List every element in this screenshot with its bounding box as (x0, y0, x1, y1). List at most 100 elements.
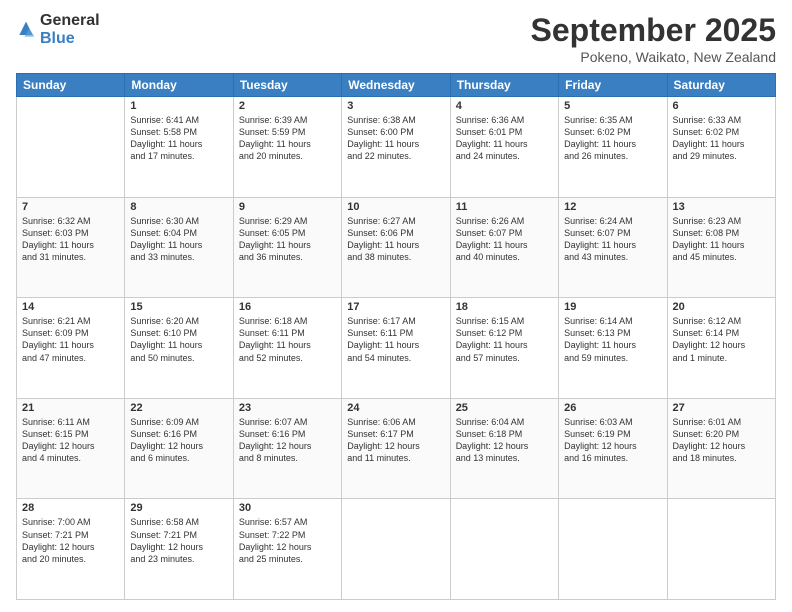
day-number: 9 (239, 201, 336, 213)
cell-content: Sunrise: 6:09 AM Sunset: 6:16 PM Dayligh… (130, 416, 227, 465)
day-number: 19 (564, 301, 661, 313)
calendar-cell: 4 Sunrise: 6:36 AM Sunset: 6:01 PM Daylig… (450, 97, 558, 198)
day-number: 17 (347, 301, 444, 313)
cell-content: Sunrise: 6:07 AM Sunset: 6:16 PM Dayligh… (239, 416, 336, 465)
calendar-cell (559, 499, 667, 600)
calendar-cell: 14Sunrise: 6:21 AM Sunset: 6:09 PM Dayli… (17, 298, 125, 399)
calendar-table: SundayMondayTuesdayWednesdayThursdayFrid… (16, 73, 776, 600)
calendar-cell: 28 Sunrise: 7:00 AM Sunset: 7:21 PM Dayli… (17, 499, 125, 600)
day-number: 2 (239, 100, 336, 112)
calendar-day-header: Sunday (17, 74, 125, 97)
calendar-week-row: 21 Sunrise: 6:11 AM Sunset: 6:15 PM Dayli… (17, 398, 776, 499)
logo-text-blue: Blue (40, 30, 75, 47)
cell-content: Sunrise: 6:39 AM Sunset: 5:59 PM Dayligh… (239, 114, 336, 163)
cell-content: Sunrise: 6:32 AM Sunset: 6:03 PM Dayligh… (22, 215, 119, 264)
calendar-cell (342, 499, 450, 600)
day-number: 1 (130, 100, 227, 112)
cell-content: Sunrise: 6:24 AM Sunset: 6:07 PM Dayligh… (564, 215, 661, 264)
day-number: 29 (130, 502, 227, 514)
day-number: 18 (456, 301, 553, 313)
day-number: 6 (673, 100, 770, 112)
day-number: 28 (22, 502, 119, 514)
calendar-day-header: Friday (559, 74, 667, 97)
day-number: 5 (564, 100, 661, 112)
calendar-cell: 6 Sunrise: 6:33 AM Sunset: 6:02 PM Daylig… (667, 97, 775, 198)
calendar-cell: 24 Sunrise: 6:06 AM Sunset: 6:17 PM Dayli… (342, 398, 450, 499)
calendar-cell: 20 Sunrise: 6:12 AM Sunset: 6:14 PM Dayli… (667, 298, 775, 399)
day-number: 23 (239, 402, 336, 414)
cell-content: Sunrise: 6:21 AM Sunset: 6:09 PM Dayligh… (22, 315, 119, 364)
day-number: 22 (130, 402, 227, 414)
day-number: 8 (130, 201, 227, 213)
logo-text-general: General (40, 12, 100, 29)
logo-icon (16, 20, 36, 40)
calendar-day-header: Thursday (450, 74, 558, 97)
cell-content: Sunrise: 6:30 AM Sunset: 6:04 PM Dayligh… (130, 215, 227, 264)
cell-content: Sunrise: 6:33 AM Sunset: 6:02 PM Dayligh… (673, 114, 770, 163)
calendar-cell (450, 499, 558, 600)
cell-content: Sunrise: 6:41 AM Sunset: 5:58 PM Dayligh… (130, 114, 227, 163)
calendar-week-row: 1 Sunrise: 6:41 AM Sunset: 5:58 PM Daylig… (17, 97, 776, 198)
cell-content: Sunrise: 6:58 AM Sunset: 7:21 PM Dayligh… (130, 516, 227, 565)
cell-content: Sunrise: 6:26 AM Sunset: 6:07 PM Dayligh… (456, 215, 553, 264)
title-block: September 2025 Pokeno, Waikato, New Zeal… (531, 12, 776, 65)
day-number: 21 (22, 402, 119, 414)
cell-content: Sunrise: 6:15 AM Sunset: 6:12 PM Dayligh… (456, 315, 553, 364)
calendar-cell: 3Sunrise: 6:38 AM Sunset: 6:00 PM Daylig… (342, 97, 450, 198)
calendar-cell: 5 Sunrise: 6:35 AM Sunset: 6:02 PM Daylig… (559, 97, 667, 198)
calendar-cell: 12 Sunrise: 6:24 AM Sunset: 6:07 PM Dayli… (559, 197, 667, 298)
cell-content: Sunrise: 6:01 AM Sunset: 6:20 PM Dayligh… (673, 416, 770, 465)
header: General Blue September 2025 Pokeno, Waik… (16, 12, 776, 65)
calendar-cell: 15 Sunrise: 6:20 AM Sunset: 6:10 PM Dayli… (125, 298, 233, 399)
day-number: 20 (673, 301, 770, 313)
day-number: 15 (130, 301, 227, 313)
cell-content: Sunrise: 6:57 AM Sunset: 7:22 PM Dayligh… (239, 516, 336, 565)
calendar-cell: 27 Sunrise: 6:01 AM Sunset: 6:20 PM Dayli… (667, 398, 775, 499)
cell-content: Sunrise: 6:06 AM Sunset: 6:17 PM Dayligh… (347, 416, 444, 465)
calendar-cell: 13 Sunrise: 6:23 AM Sunset: 6:08 PM Dayli… (667, 197, 775, 298)
location: Pokeno, Waikato, New Zealand (531, 49, 776, 65)
day-number: 13 (673, 201, 770, 213)
cell-content: Sunrise: 6:23 AM Sunset: 6:08 PM Dayligh… (673, 215, 770, 264)
calendar-week-row: 7Sunrise: 6:32 AM Sunset: 6:03 PM Daylig… (17, 197, 776, 298)
calendar-cell (17, 97, 125, 198)
calendar-week-row: 14Sunrise: 6:21 AM Sunset: 6:09 PM Dayli… (17, 298, 776, 399)
day-number: 11 (456, 201, 553, 213)
cell-content: Sunrise: 6:27 AM Sunset: 6:06 PM Dayligh… (347, 215, 444, 264)
calendar-cell: 1 Sunrise: 6:41 AM Sunset: 5:58 PM Daylig… (125, 97, 233, 198)
logo: General Blue (16, 12, 100, 48)
calendar-header-row: SundayMondayTuesdayWednesdayThursdayFrid… (17, 74, 776, 97)
cell-content: Sunrise: 7:00 AM Sunset: 7:21 PM Dayligh… (22, 516, 119, 565)
day-number: 25 (456, 402, 553, 414)
day-number: 12 (564, 201, 661, 213)
calendar-cell: 25Sunrise: 6:04 AM Sunset: 6:18 PM Dayli… (450, 398, 558, 499)
cell-content: Sunrise: 6:14 AM Sunset: 6:13 PM Dayligh… (564, 315, 661, 364)
cell-content: Sunrise: 6:11 AM Sunset: 6:15 PM Dayligh… (22, 416, 119, 465)
calendar-day-header: Wednesday (342, 74, 450, 97)
calendar-day-header: Monday (125, 74, 233, 97)
page: General Blue September 2025 Pokeno, Waik… (0, 0, 792, 612)
calendar-cell: 18 Sunrise: 6:15 AM Sunset: 6:12 PM Dayli… (450, 298, 558, 399)
cell-content: Sunrise: 6:17 AM Sunset: 6:11 PM Dayligh… (347, 315, 444, 364)
day-number: 27 (673, 402, 770, 414)
day-number: 4 (456, 100, 553, 112)
calendar-cell: 29 Sunrise: 6:58 AM Sunset: 7:21 PM Dayli… (125, 499, 233, 600)
cell-content: Sunrise: 6:38 AM Sunset: 6:00 PM Dayligh… (347, 114, 444, 163)
calendar-day-header: Saturday (667, 74, 775, 97)
calendar-cell: 30 Sunrise: 6:57 AM Sunset: 7:22 PM Dayli… (233, 499, 341, 600)
calendar-day-header: Tuesday (233, 74, 341, 97)
cell-content: Sunrise: 6:12 AM Sunset: 6:14 PM Dayligh… (673, 315, 770, 364)
calendar-cell: 8 Sunrise: 6:30 AM Sunset: 6:04 PM Daylig… (125, 197, 233, 298)
cell-content: Sunrise: 6:35 AM Sunset: 6:02 PM Dayligh… (564, 114, 661, 163)
calendar-cell: 21 Sunrise: 6:11 AM Sunset: 6:15 PM Dayli… (17, 398, 125, 499)
day-number: 24 (347, 402, 444, 414)
day-number: 16 (239, 301, 336, 313)
calendar-cell: 7Sunrise: 6:32 AM Sunset: 6:03 PM Daylig… (17, 197, 125, 298)
cell-content: Sunrise: 6:36 AM Sunset: 6:01 PM Dayligh… (456, 114, 553, 163)
cell-content: Sunrise: 6:20 AM Sunset: 6:10 PM Dayligh… (130, 315, 227, 364)
day-number: 10 (347, 201, 444, 213)
month-title: September 2025 (531, 12, 776, 49)
day-number: 30 (239, 502, 336, 514)
calendar-cell: 9Sunrise: 6:29 AM Sunset: 6:05 PM Daylig… (233, 197, 341, 298)
day-number: 26 (564, 402, 661, 414)
